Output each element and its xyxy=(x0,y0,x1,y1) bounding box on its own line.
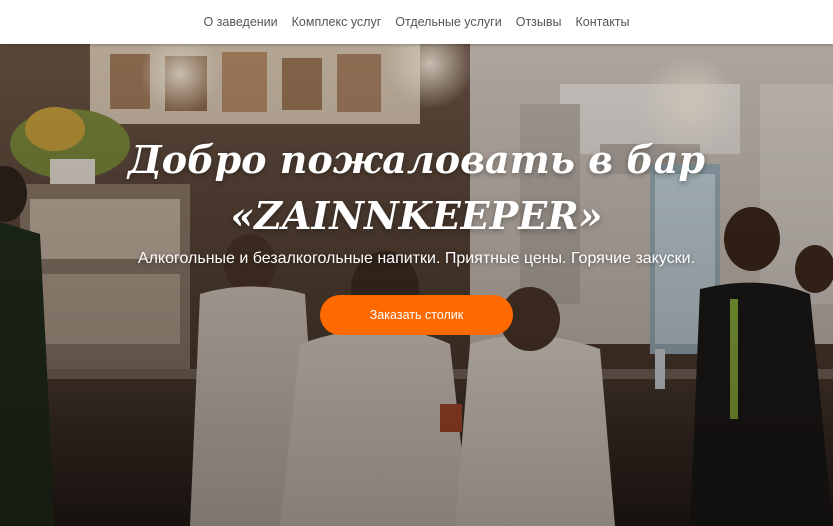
book-table-button[interactable]: Заказать столик xyxy=(320,295,513,335)
hero-dark-overlay xyxy=(0,44,833,526)
hero-title-line-2: «ZAINNKEEPER» xyxy=(230,193,603,238)
nav-link-individual-services[interactable]: Отдельные услуги xyxy=(395,15,501,29)
hero-subtitle: Алкогольные и безалкогольные напитки. Пр… xyxy=(137,250,696,267)
hero-title: Добро пожаловать в бар «ZAINNKEEPER» xyxy=(0,132,833,244)
hero-section xyxy=(0,44,833,526)
nav-link-about[interactable]: О заведении xyxy=(203,15,277,29)
top-navigation: О заведении Комплекс услуг Отдельные усл… xyxy=(0,0,833,44)
hero-title-line-1: Добро пожаловать в бар xyxy=(128,137,705,182)
nav-link-reviews[interactable]: Отзывы xyxy=(516,15,562,29)
nav-link-contacts[interactable]: Контакты xyxy=(576,15,630,29)
nav-link-service-package[interactable]: Комплекс услуг xyxy=(292,15,382,29)
